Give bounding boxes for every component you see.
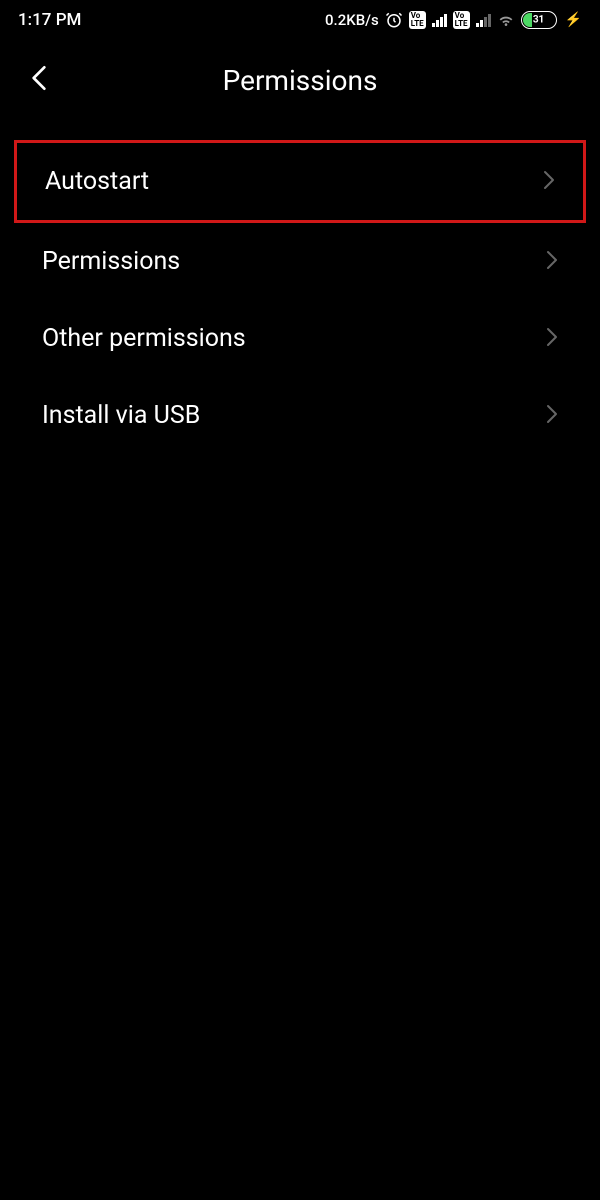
- settings-item-autostart[interactable]: Autostart: [14, 140, 586, 223]
- status-icons-section: 0.2KB/s VoLTE VoLTE 31 ⚡: [325, 11, 582, 29]
- settings-item-label: Permissions: [42, 247, 180, 276]
- settings-item-permissions[interactable]: Permissions: [0, 223, 600, 300]
- status-time: 1:17 PM: [18, 10, 81, 30]
- volte-icon-1: VoLTE: [409, 11, 426, 29]
- signal-bars-2: [476, 13, 491, 27]
- charging-icon: ⚡: [565, 12, 582, 28]
- alarm-icon: [385, 11, 403, 29]
- volte-icon-2: VoLTE: [453, 11, 470, 29]
- battery-icon: 31: [521, 11, 557, 29]
- settings-item-label: Other permissions: [42, 324, 246, 353]
- wifi-icon: [497, 11, 515, 29]
- battery-fill: [523, 13, 533, 27]
- status-time-section: 1:17 PM: [18, 10, 81, 30]
- chevron-right-icon: [546, 250, 558, 274]
- battery-percent: 31: [533, 15, 544, 26]
- status-bar: 1:17 PM 0.2KB/s VoLTE VoLTE 31: [0, 0, 600, 40]
- back-button[interactable]: [28, 62, 50, 98]
- signal-bars-1: [432, 13, 447, 27]
- page-header: Permissions: [0, 40, 600, 120]
- settings-item-other-permissions[interactable]: Other permissions: [0, 300, 600, 377]
- settings-item-label: Autostart: [45, 167, 149, 196]
- chevron-right-icon: [543, 170, 555, 194]
- page-title: Permissions: [223, 64, 378, 97]
- settings-item-install-via-usb[interactable]: Install via USB: [0, 377, 600, 454]
- chevron-right-icon: [546, 327, 558, 351]
- settings-list: Autostart Permissions Other permissions …: [0, 120, 600, 454]
- chevron-right-icon: [546, 404, 558, 428]
- data-speed: 0.2KB/s: [325, 11, 379, 29]
- settings-item-label: Install via USB: [42, 401, 200, 430]
